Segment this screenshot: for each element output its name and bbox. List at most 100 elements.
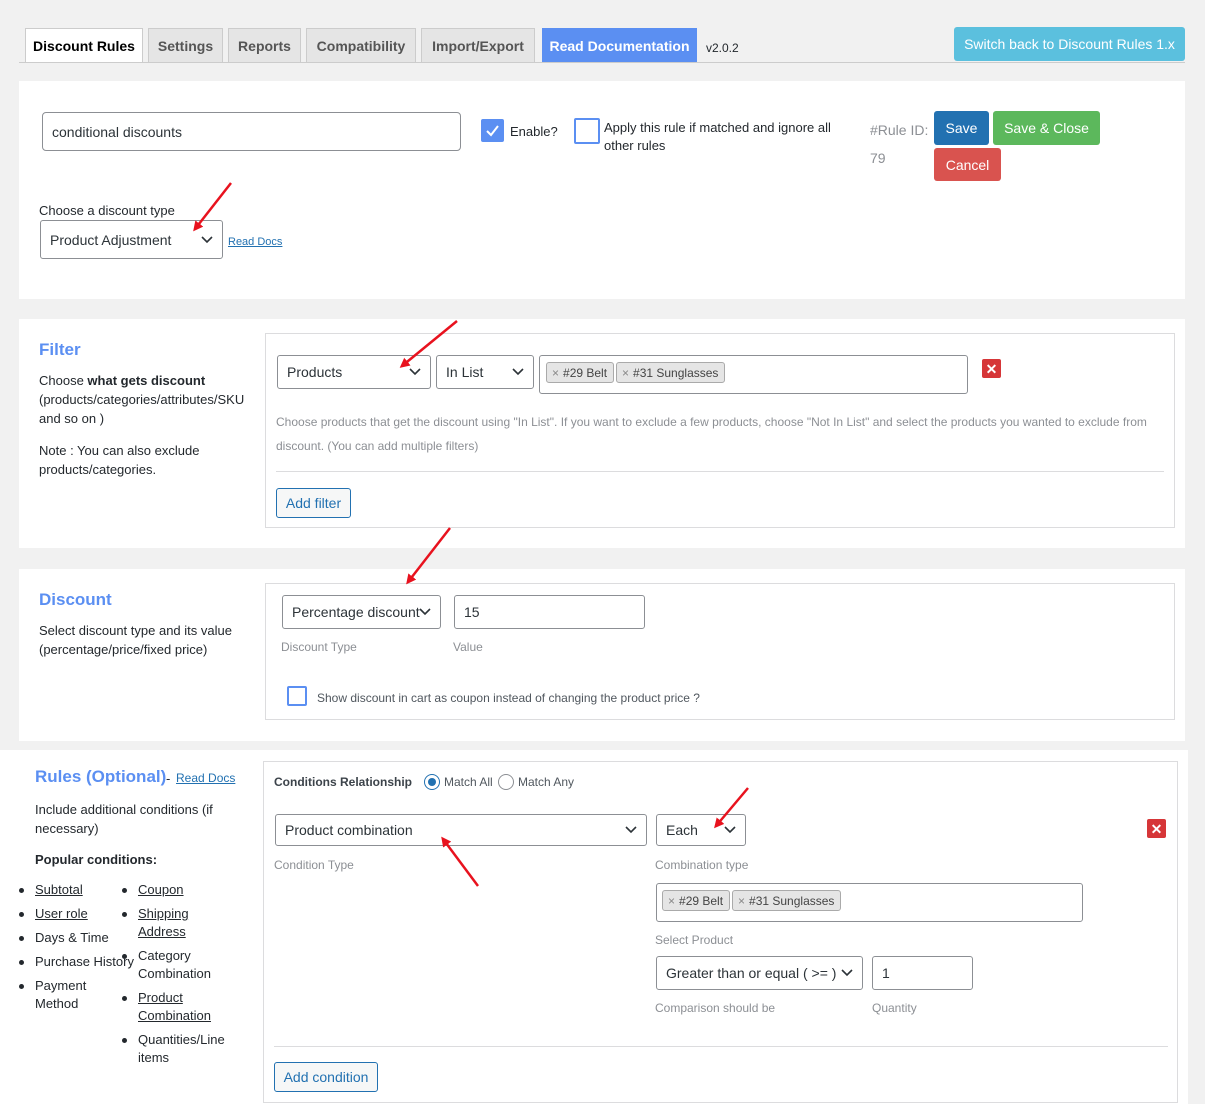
product-tag[interactable]: × #29 Belt <box>546 362 615 383</box>
rules-dash: - <box>166 771 171 786</box>
tab-divider <box>19 62 1185 63</box>
popular-condition-category-combination: Category Combination <box>122 947 222 983</box>
combination-type-value: Each <box>666 822 698 838</box>
condition-type-hint: Condition Type <box>274 858 354 872</box>
popular-condition-quantities: Quantities/Line items <box>122 1031 225 1067</box>
switch-version-button[interactable]: Switch back to Discount Rules 1.x <box>954 27 1185 61</box>
add-condition-button[interactable]: Add condition <box>274 1062 378 1092</box>
filter-divider <box>276 471 1164 472</box>
chevron-down-icon <box>841 969 853 977</box>
filter-method-select[interactable]: In List <box>436 355 534 389</box>
popular-conditions-heading: Popular conditions: <box>35 852 158 867</box>
version-label: v2.0.2 <box>706 41 739 55</box>
match-all-radio[interactable] <box>424 774 440 790</box>
rules-panel-gutter <box>1188 750 1205 1104</box>
discount-description: Select discount type and its value (perc… <box>39 623 232 657</box>
rules-title: Rules (Optional) <box>35 767 167 786</box>
discount-method-value: Percentage discount <box>292 604 420 620</box>
discount-type-hint: Discount Type <box>281 640 357 654</box>
popular-condition-subtotal[interactable]: Subtotal <box>19 881 135 899</box>
condition-products-field[interactable]: × #29 Belt × #31 Sunglasses <box>656 883 1083 922</box>
discount-type-value: Product Adjustment <box>50 231 172 248</box>
chevron-down-icon <box>724 826 736 834</box>
filter-note: Note : You can also exclude products/cat… <box>39 443 200 477</box>
condition-type-select[interactable]: Product combination <box>275 814 647 846</box>
select-product-hint: Select Product <box>655 933 734 947</box>
tab-read-documentation[interactable]: Read Documentation <box>542 28 697 62</box>
match-any-radio[interactable] <box>498 774 514 790</box>
popular-condition-payment-method: Payment Method <box>19 977 107 1013</box>
product-tag[interactable]: × #29 Belt <box>662 890 731 911</box>
remove-tag-icon[interactable]: × <box>738 894 745 908</box>
filter-method-value: In List <box>446 364 484 380</box>
rule-id-value: 79 <box>870 150 886 166</box>
remove-filter-icon[interactable]: ✕ <box>982 359 1001 378</box>
product-tag[interactable]: × #31 Sunglasses <box>732 890 842 911</box>
comparison-hint: Comparison should be <box>655 1001 776 1015</box>
rules-description: Include additional conditions (if necess… <box>35 802 213 836</box>
save-button[interactable]: Save <box>934 111 989 145</box>
apply-exclusive-checkbox[interactable] <box>574 118 600 144</box>
add-filter-button[interactable]: Add filter <box>276 488 351 518</box>
coupon-checkbox[interactable] <box>287 686 307 706</box>
remove-tag-icon[interactable]: × <box>668 894 675 908</box>
filter-products-field[interactable]: × #29 Belt × #31 Sunglasses <box>539 355 968 394</box>
discount-type-heading: Choose a discount type <box>39 203 175 218</box>
conditions-relationship-label: Conditions Relationship <box>274 775 412 789</box>
filter-help-text: Choose products that get the discount us… <box>276 415 1147 453</box>
tab-compatibility[interactable]: Compatibility <box>306 28 416 62</box>
cancel-button[interactable]: Cancel <box>934 148 1001 181</box>
popular-condition-shipping-address[interactable]: Shipping Address <box>122 905 202 941</box>
tab-import-export[interactable]: Import/Export <box>421 28 535 62</box>
match-all-label: Match All <box>444 775 493 789</box>
tab-discount-rules[interactable]: Discount Rules <box>25 28 143 63</box>
condition-type-value: Product combination <box>285 822 413 838</box>
filter-type-value: Products <box>287 364 343 380</box>
popular-conditions-right: Coupon Shipping Address Category Combina… <box>122 881 232 1073</box>
discount-value-input[interactable]: 15 <box>454 595 645 629</box>
coupon-label: Show discount in cart as coupon instead … <box>317 691 700 705</box>
rule-id-label: #Rule ID: <box>870 122 929 138</box>
tab-settings[interactable]: Settings <box>148 28 223 62</box>
match-any-label: Match Any <box>518 775 575 789</box>
quantity-input[interactable]: 1 <box>872 956 973 990</box>
filter-type-select[interactable]: Products <box>277 355 431 389</box>
discount-title: Discount <box>39 590 112 609</box>
combination-type-select[interactable]: Each <box>656 814 746 846</box>
remove-tag-icon[interactable]: × <box>552 366 559 380</box>
tab-reports[interactable]: Reports <box>228 28 301 62</box>
comparison-select[interactable]: Greater than or equal ( >= ) <box>656 956 863 990</box>
enable-checkbox[interactable] <box>481 119 504 142</box>
rule-name-input[interactable]: conditional discounts <box>42 112 461 151</box>
save-close-button[interactable]: Save & Close <box>993 111 1100 145</box>
discount-method-select[interactable]: Percentage discount <box>282 595 441 629</box>
apply-exclusive-label: Apply this rule if matched and ignore al… <box>604 120 831 153</box>
discount-type-select[interactable]: Product Adjustment <box>40 220 223 259</box>
enable-label: Enable? <box>510 124 558 139</box>
check-icon <box>486 125 499 137</box>
discount-value-hint: Value <box>453 640 483 654</box>
popular-condition-user-role[interactable]: User role <box>19 905 135 923</box>
comparison-value: Greater than or equal ( >= ) <box>666 965 837 981</box>
chevron-down-icon <box>625 826 637 834</box>
conditions-box <box>263 761 1178 1103</box>
rules-read-docs-link[interactable]: Read Docs <box>176 771 235 785</box>
conditions-divider <box>274 1046 1168 1047</box>
popular-condition-coupon[interactable]: Coupon <box>122 881 232 899</box>
remove-condition-icon[interactable]: ✕ <box>1147 819 1166 838</box>
quantity-hint: Quantity <box>872 1001 917 1015</box>
popular-condition-product-combination[interactable]: Product Combination <box>122 989 222 1025</box>
chevron-down-icon <box>409 368 421 376</box>
read-docs-link[interactable]: Read Docs <box>228 236 282 248</box>
popular-condition-days-time: Days & Time <box>19 929 135 947</box>
chevron-down-icon <box>201 235 213 244</box>
combination-type-hint: Combination type <box>655 858 749 872</box>
remove-tag-icon[interactable]: × <box>622 366 629 380</box>
chevron-down-icon <box>512 368 524 376</box>
filter-description: Choose what gets discount (products/categ… <box>39 373 245 426</box>
chevron-down-icon <box>419 608 431 616</box>
popular-condition-purchase-history: Purchase History <box>19 953 135 971</box>
filter-title: Filter <box>39 340 81 359</box>
product-tag[interactable]: × #31 Sunglasses <box>616 362 726 383</box>
popular-conditions-left: Subtotal User role Days & Time Purchase … <box>19 881 135 1019</box>
